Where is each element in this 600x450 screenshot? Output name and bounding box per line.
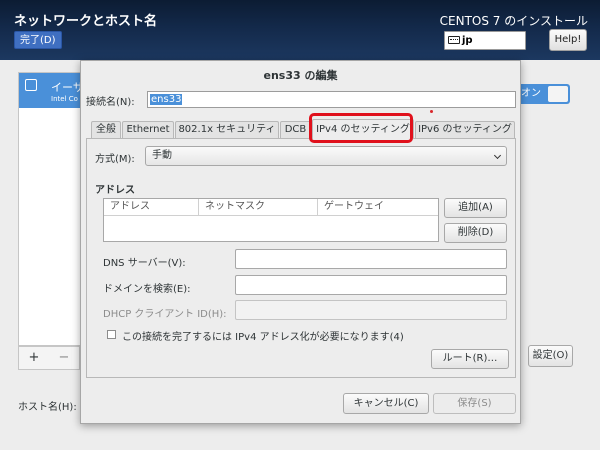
routes-button[interactable]: ルート(R)…: [431, 349, 509, 369]
tab-ethernet[interactable]: Ethernet: [122, 121, 174, 138]
install-title: CENTOS 7 のインストール: [439, 14, 588, 28]
tab-ipv6-settings[interactable]: IPv6 のセッティング: [415, 121, 515, 138]
settings-tabs: 全般 Ethernet 802.1x セキュリティ DCB IPv4 のセッティ…: [91, 119, 516, 139]
column-header-gateway[interactable]: ゲートウェイ: [318, 199, 438, 216]
method-value: 手動: [152, 150, 172, 161]
keyboard-layout-label: jp: [462, 35, 473, 46]
device-name: イーサ: [51, 81, 84, 94]
device-item-ethernet[interactable]: イーサ Intel Co: [19, 73, 89, 108]
method-label: 方式(M):: [95, 154, 135, 165]
connection-name-label: 接続名(N):: [86, 97, 135, 108]
column-header-address[interactable]: アドレス: [104, 199, 198, 216]
save-button[interactable]: 保存(S): [433, 393, 516, 414]
network-wired-icon: [25, 79, 37, 91]
connection-name-value: ens33: [150, 94, 183, 105]
address-section-title: アドレス: [95, 185, 135, 196]
require-ipv4-checkbox[interactable]: [107, 330, 116, 339]
connection-name-input[interactable]: ens33: [147, 91, 516, 108]
cancel-button[interactable]: キャンセル(C): [343, 393, 429, 414]
dhcp-client-id-input[interactable]: [235, 300, 507, 320]
edit-connection-dialog: ens33 の編集 接続名(N): ens33 全般 Ethernet 802.…: [80, 60, 521, 424]
method-select[interactable]: 手動: [145, 146, 507, 166]
hostname-label: ホスト名(H):: [18, 402, 77, 413]
red-marker: [430, 110, 433, 113]
done-button[interactable]: 完了(D): [14, 31, 62, 49]
tab-dcb[interactable]: DCB: [280, 121, 311, 138]
toggle-knob: [548, 86, 568, 102]
address-table[interactable]: アドレス ネットマスク ゲートウェイ: [103, 198, 439, 242]
require-ipv4-label[interactable]: この接続を完了するには IPv4 アドレス化が必要になります(4): [122, 328, 404, 343]
search-domains-input[interactable]: [235, 275, 507, 295]
tab-8021x-security[interactable]: 802.1x セキュリティ: [175, 121, 279, 138]
search-domains-label: ドメインを検索(E):: [103, 284, 191, 295]
device-add-remove-bar: + −: [18, 346, 80, 370]
top-header: ネットワークとホスト名 完了(D) CENTOS 7 のインストール jp He…: [0, 0, 600, 60]
column-header-netmask[interactable]: ネットマスク: [199, 199, 317, 216]
settings-button[interactable]: 設定(O): [528, 345, 573, 367]
chevron-down-icon: [493, 151, 502, 160]
add-device-button[interactable]: +: [23, 349, 45, 367]
keyboard-icon: [448, 36, 460, 44]
device-subtitle: Intel Co: [51, 95, 78, 103]
remove-device-button[interactable]: −: [53, 349, 75, 367]
ipv4-tab-highlight: [309, 113, 413, 143]
dns-servers-input[interactable]: [235, 249, 507, 269]
help-button[interactable]: Help!: [549, 29, 587, 51]
delete-address-button[interactable]: 削除(D): [444, 223, 507, 243]
toggle-label: オン: [521, 88, 541, 99]
add-address-button[interactable]: 追加(A): [444, 198, 507, 218]
keyboard-layout-indicator[interactable]: jp: [444, 31, 526, 50]
dns-servers-label: DNS サーバー(V):: [103, 258, 186, 269]
dialog-title: ens33 の編集: [263, 69, 338, 82]
dhcp-client-id-label: DHCP クライアント ID(H):: [103, 309, 227, 320]
connection-toggle[interactable]: オン: [518, 84, 570, 104]
tab-general[interactable]: 全般: [91, 121, 121, 138]
page-title: ネットワークとホスト名: [14, 14, 158, 29]
